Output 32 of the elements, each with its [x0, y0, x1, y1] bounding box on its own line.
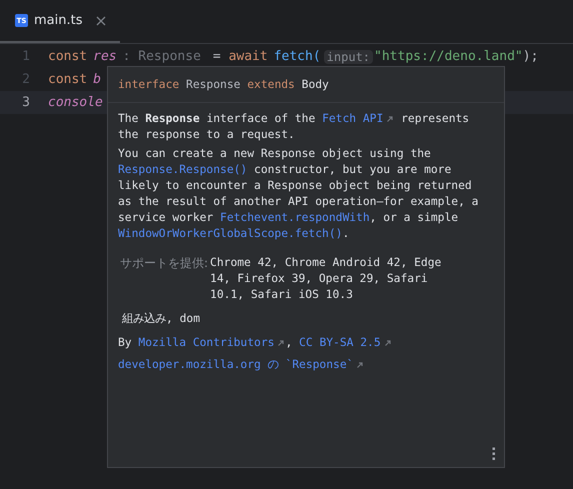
function-call: fetch( — [274, 49, 321, 64]
more-options-icon[interactable] — [492, 447, 496, 461]
type-hint: : Response — [122, 49, 201, 64]
code-text: ); — [522, 49, 538, 64]
keyword: const — [48, 72, 88, 87]
description-paragraph: You can create a new Response object using the Response.Response() constructor, but you are more likely to encounter a Response object being returned as the result of another API operation—for example, a service worker Fetchevent.respondWith, or a simple WindowOrWorkerGlobalScope.fetch(). — [118, 146, 480, 242]
code-text: = — [212, 49, 222, 64]
source-link[interactable]: developer.mozilla.org の `Response` — [118, 358, 364, 371]
support-label: サポートを提供: — [119, 255, 208, 272]
doc-link[interactable]: WindowOrWorkerGlobalScope.fetch() — [118, 227, 342, 240]
builtin-libraries: 組み込み, dom — [122, 311, 202, 327]
doc-link[interactable]: Fetch API — [322, 112, 394, 125]
keyword: extends — [247, 78, 295, 91]
doc-link[interactable]: Mozilla Contributors — [138, 336, 286, 349]
support-browsers: Chrome 42, Chrome Android 42, Edge 14, Firefox 39, Opera 29, Safari 10.1, Safari iOS 10.3 — [209, 255, 442, 303]
type-name: Body — [302, 78, 329, 91]
keyword: interface — [118, 78, 180, 91]
variable-name: b — [93, 72, 101, 87]
parameter-hint: input: — [324, 50, 374, 64]
doc-link[interactable]: Fetchevent.respondWith — [220, 211, 370, 224]
keyword: await — [228, 49, 268, 64]
line-number: 3 — [21, 95, 31, 110]
variable-name: res — [93, 49, 117, 64]
doc-link[interactable]: CC BY-SA 2.5 — [299, 336, 392, 349]
variable-name: console — [48, 95, 103, 110]
attribution-text: By Mozilla Contributors , CC BY-SA 2.5 — [118, 335, 480, 351]
type-name: Response — [186, 78, 240, 91]
doc-link[interactable]: Response.Response() — [118, 163, 248, 176]
keyword: const — [48, 49, 88, 64]
string-literal: "https://deno.land" — [374, 49, 523, 64]
description-paragraph: The Response interface of the Fetch API represents the response to a request. — [118, 111, 470, 143]
close-icon[interactable] — [96, 16, 106, 26]
